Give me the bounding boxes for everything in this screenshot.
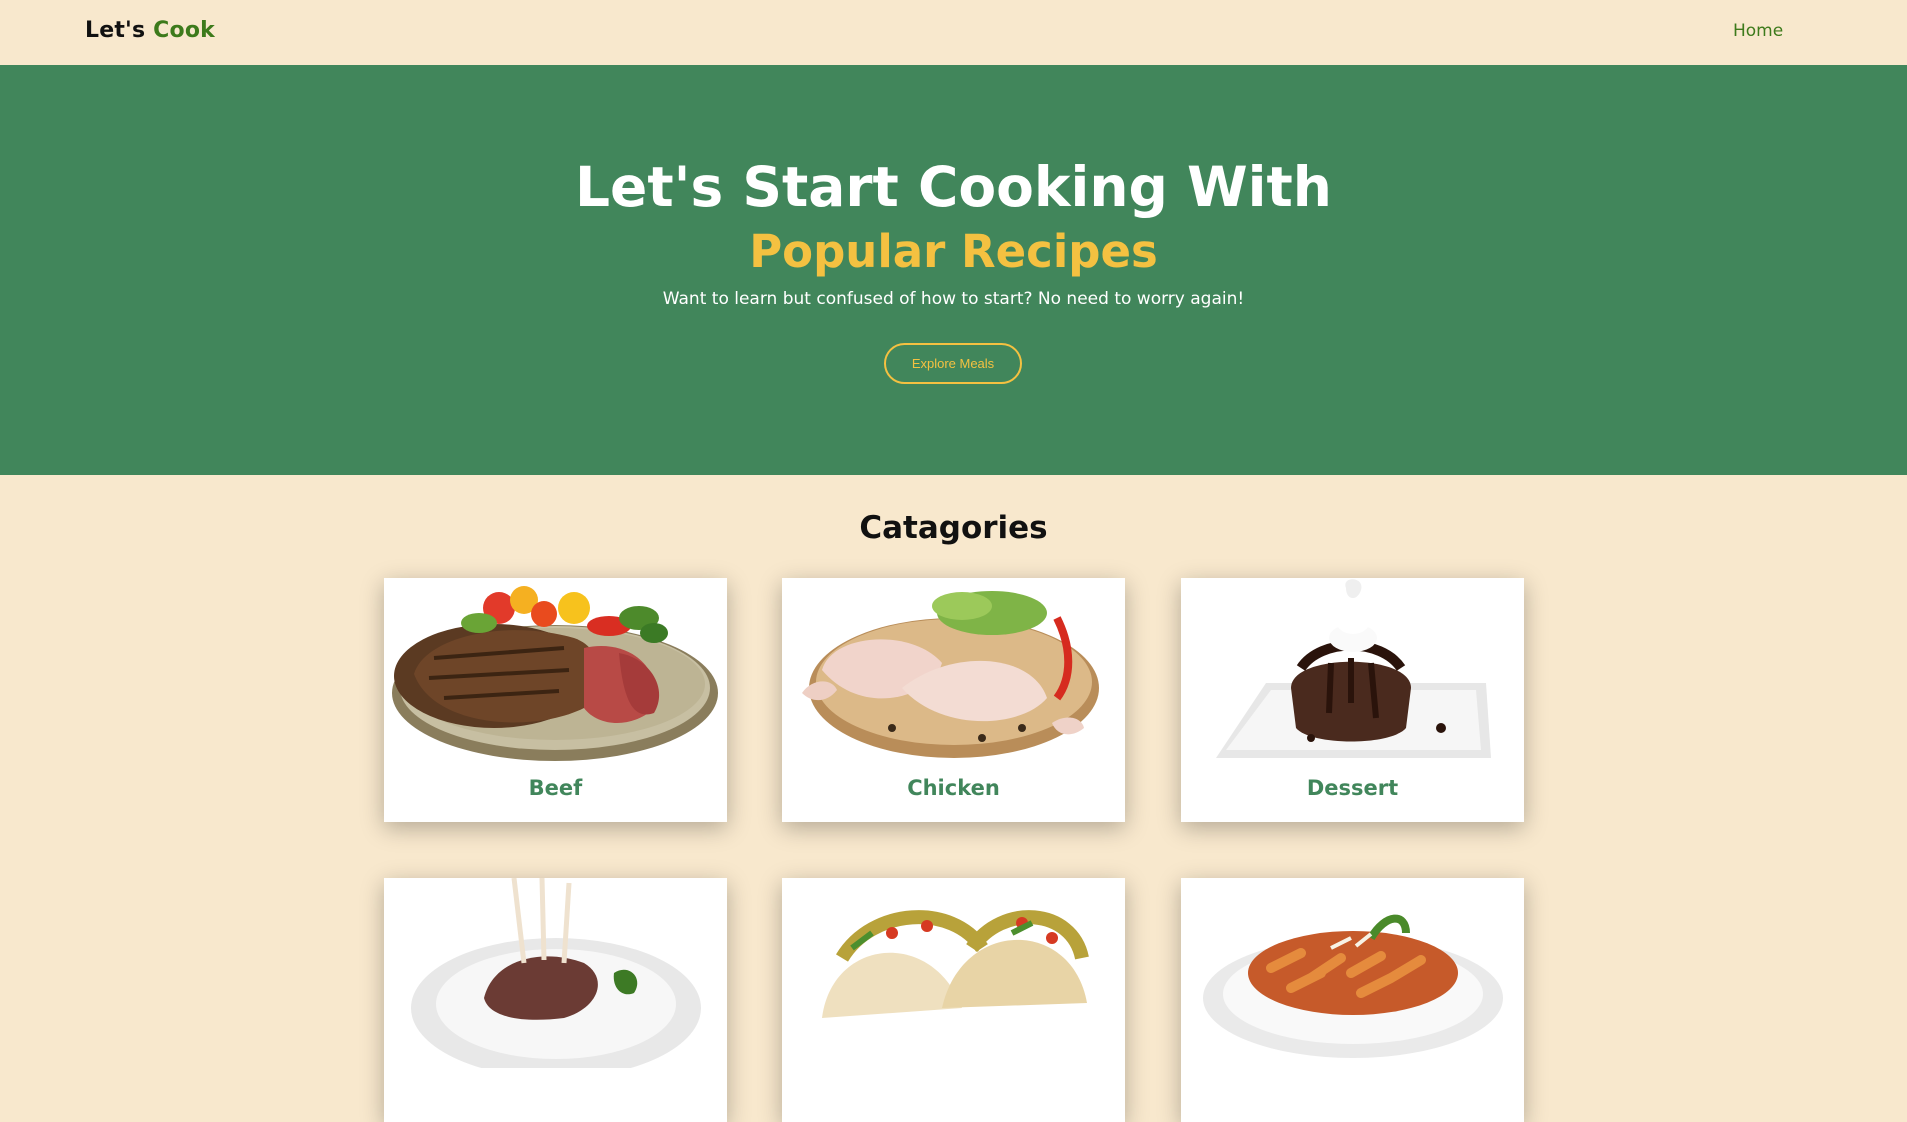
hero-highlight: Popular Recipes (749, 225, 1158, 278)
category-card-pasta[interactable] (1181, 878, 1524, 1122)
dessert-image (1181, 578, 1524, 768)
explore-meals-button[interactable]: Explore Meals (884, 343, 1022, 384)
lamb-image (384, 878, 727, 1068)
navbar: Let's Cook Home (0, 0, 1907, 65)
category-card-dessert[interactable]: Dessert (1181, 578, 1524, 822)
hero-title: Let's Start Cooking With (575, 155, 1332, 219)
brand-accent: Cook (153, 18, 215, 43)
category-card-chicken[interactable]: Chicken (782, 578, 1125, 822)
brand-prefix: Let's (85, 18, 146, 43)
category-label: Beef (528, 776, 583, 800)
nav-home-link[interactable]: Home (1733, 21, 1783, 41)
tacos-image (782, 878, 1125, 1068)
category-card-lamb[interactable] (384, 878, 727, 1122)
category-label: Chicken (907, 776, 1000, 800)
hero-subtitle: Want to learn but confused of how to sta… (662, 289, 1245, 309)
hero-banner: Let's Start Cooking With Popular Recipes… (0, 65, 1907, 475)
category-card-beef[interactable]: Beef (384, 578, 727, 822)
pasta-image (1181, 878, 1524, 1068)
chicken-image (782, 578, 1125, 768)
beef-image (384, 578, 727, 768)
brand-logo[interactable]: Let's Cook (85, 18, 215, 43)
categories-heading: Catagories (859, 510, 1048, 546)
category-label: Dessert (1306, 776, 1399, 800)
category-card-tacos[interactable] (782, 878, 1125, 1122)
